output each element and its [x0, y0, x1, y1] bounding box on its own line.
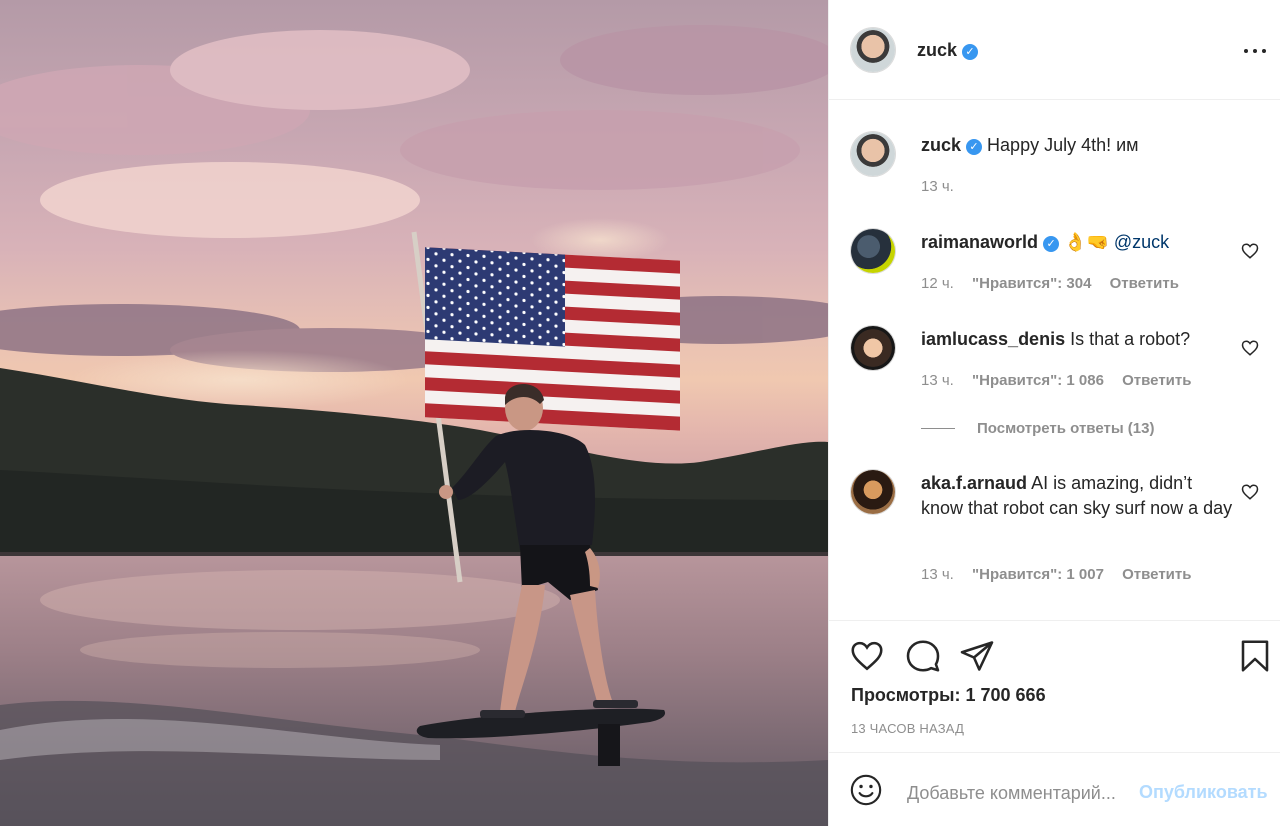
like-comment-heart-icon[interactable] — [1241, 483, 1259, 501]
verified-badge-icon: ✓ — [966, 139, 983, 155]
comment-item: aka.f.arnaud AI is amazing, didn’t know … — [921, 471, 1236, 521]
comment-username[interactable]: aka.f.arnaud — [921, 473, 1027, 493]
caption-username[interactable]: zuck — [921, 135, 961, 155]
verified-badge-icon: ✓ — [962, 44, 979, 60]
comment-text: 👌🤜 @zuck — [1064, 232, 1170, 252]
comment-username[interactable]: iamlucass_denis — [921, 329, 1065, 349]
comment-time: 13 ч. — [921, 566, 954, 583]
paper-plane-icon[interactable] — [959, 638, 995, 674]
caption-time: 13 ч. — [921, 178, 954, 195]
reply-button[interactable]: Ответить — [1110, 275, 1179, 292]
caption-avatar[interactable] — [851, 132, 895, 176]
commenter-avatar[interactable] — [851, 326, 895, 370]
comment-time: 12 ч. — [921, 275, 954, 292]
commenter-avatar[interactable] — [851, 229, 895, 273]
post-timestamp[interactable]: 13 ЧАСОВ НАЗАД — [851, 721, 964, 736]
like-comment-heart-icon[interactable] — [1241, 339, 1259, 357]
caption: zuck ✓ Happy July 4th! им — [921, 133, 1241, 158]
comment-composer: Опубликовать — [829, 752, 1280, 826]
media-scene — [0, 25, 828, 826]
comment-likes[interactable]: "Нравится": 1 007 — [972, 566, 1104, 583]
bookmark-icon[interactable] — [1237, 638, 1273, 674]
comment-item: raimanaworld ✓ 👌🤜 @zuck — [921, 230, 1241, 255]
comment-input[interactable] — [905, 777, 1137, 809]
author-username[interactable]: zuck — [917, 40, 957, 60]
more-options-icon[interactable] — [1243, 38, 1267, 62]
comment-likes[interactable]: "Нравится": 304 — [972, 275, 1091, 292]
view-replies-button[interactable]: Посмотреть ответы (13) — [921, 420, 1154, 437]
verified-badge-icon: ✓ — [1043, 236, 1060, 252]
clouds — [0, 25, 828, 410]
comment-meta: 13 ч. "Нравится": 1 007 Ответить — [921, 566, 1205, 583]
caption-text: Happy July 4th! им — [987, 135, 1139, 155]
post-actions: Просмотры: 1 700 666 13 ЧАСОВ НАЗАД — [829, 620, 1280, 752]
comment-text: Is that a robot? — [1070, 329, 1191, 349]
author-avatar[interactable] — [851, 28, 895, 72]
comment-item: iamlucass_denis Is that a robot? — [921, 327, 1241, 352]
comment-bubble-icon[interactable] — [905, 638, 941, 674]
reply-button[interactable]: Ответить — [1122, 566, 1191, 583]
views-count[interactable]: Просмотры: 1 700 666 — [851, 685, 1046, 706]
american-flag — [425, 247, 680, 431]
emoji-smiley-icon[interactable] — [849, 773, 883, 807]
replies-divider-line — [921, 428, 955, 429]
comment-time: 13 ч. — [921, 372, 954, 389]
comment-meta: 13 ч. "Нравится": 1 086 Ответить — [921, 372, 1205, 389]
author-name-row: zuck ✓ — [917, 40, 979, 61]
like-comment-heart-icon[interactable] — [1241, 242, 1259, 260]
comment-likes[interactable]: "Нравится": 1 086 — [972, 372, 1104, 389]
post-details-panel: zuck ✓ zuck ✓ Happy July 4th! им 13 ч. rai… — [828, 0, 1280, 826]
post-header: zuck ✓ — [829, 0, 1280, 100]
comment-meta: 12 ч. "Нравится": 304 Ответить — [921, 275, 1193, 292]
reply-button[interactable]: Ответить — [1122, 372, 1191, 389]
commenter-avatar[interactable] — [851, 470, 895, 514]
post-media-video[interactable] — [0, 0, 828, 826]
heart-icon[interactable] — [849, 638, 885, 674]
publish-button[interactable]: Опубликовать — [1139, 782, 1268, 803]
comment-username[interactable]: raimanaworld — [921, 232, 1038, 252]
